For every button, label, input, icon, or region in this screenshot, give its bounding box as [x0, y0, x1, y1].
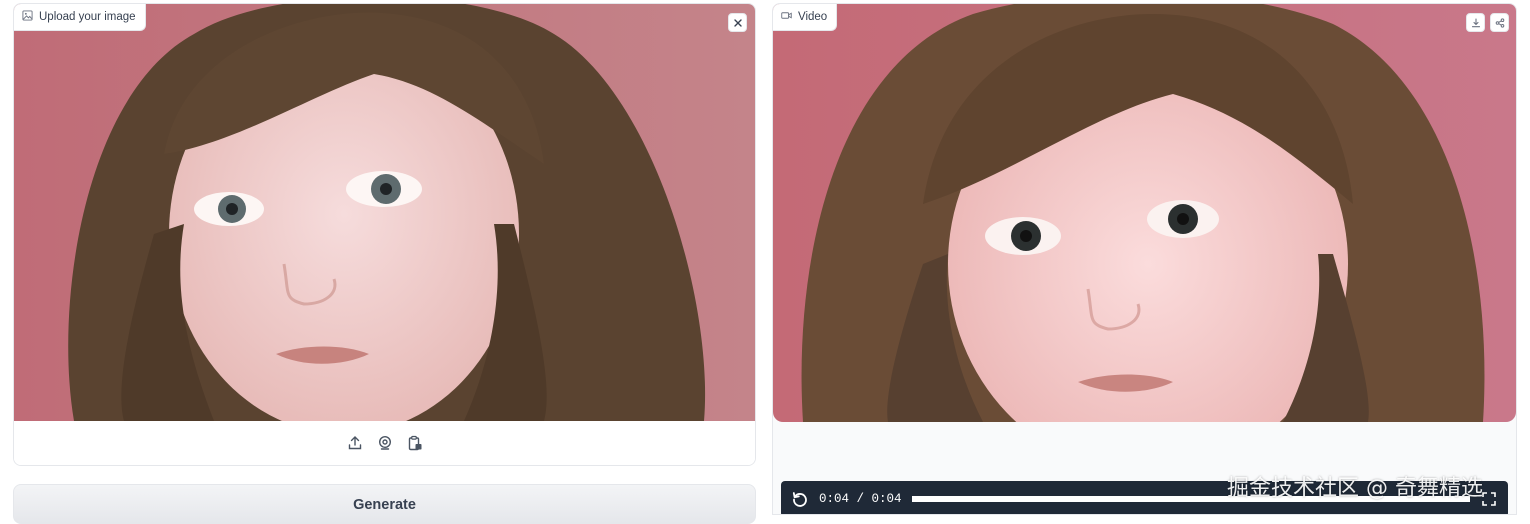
close-icon — [733, 18, 743, 28]
video-output-panel: Video 0:04 / 0:04 — [772, 3, 1517, 515]
replay-icon[interactable] — [791, 490, 809, 508]
generate-button-label: Generate — [353, 497, 416, 513]
webcam-icon[interactable] — [377, 435, 393, 451]
download-button[interactable] — [1466, 13, 1485, 32]
generate-button[interactable]: Generate — [13, 484, 756, 524]
share-button[interactable] — [1490, 13, 1509, 32]
video-time: 0:04 / 0:04 — [819, 492, 902, 506]
image-input-label-text: Upload your image — [39, 11, 136, 23]
image-input-panel: Upload your image — [13, 3, 756, 466]
clear-image-button[interactable] — [728, 13, 747, 32]
video-frame[interactable] — [773, 4, 1516, 422]
share-icon — [1495, 17, 1505, 28]
clipboard-icon[interactable] — [407, 435, 423, 451]
video-icon — [781, 10, 792, 24]
image-source-toolbar — [14, 421, 755, 465]
watermark-text: 掘金技术社区 @ 奇舞精选 — [1227, 476, 1483, 501]
video-output-label-text: Video — [798, 11, 828, 23]
video-output-label: Video — [773, 4, 838, 31]
image-input-label: Upload your image — [14, 4, 146, 31]
download-icon — [1471, 17, 1481, 28]
uploaded-image — [14, 4, 755, 421]
upload-icon[interactable] — [347, 435, 363, 451]
image-icon — [22, 10, 33, 24]
